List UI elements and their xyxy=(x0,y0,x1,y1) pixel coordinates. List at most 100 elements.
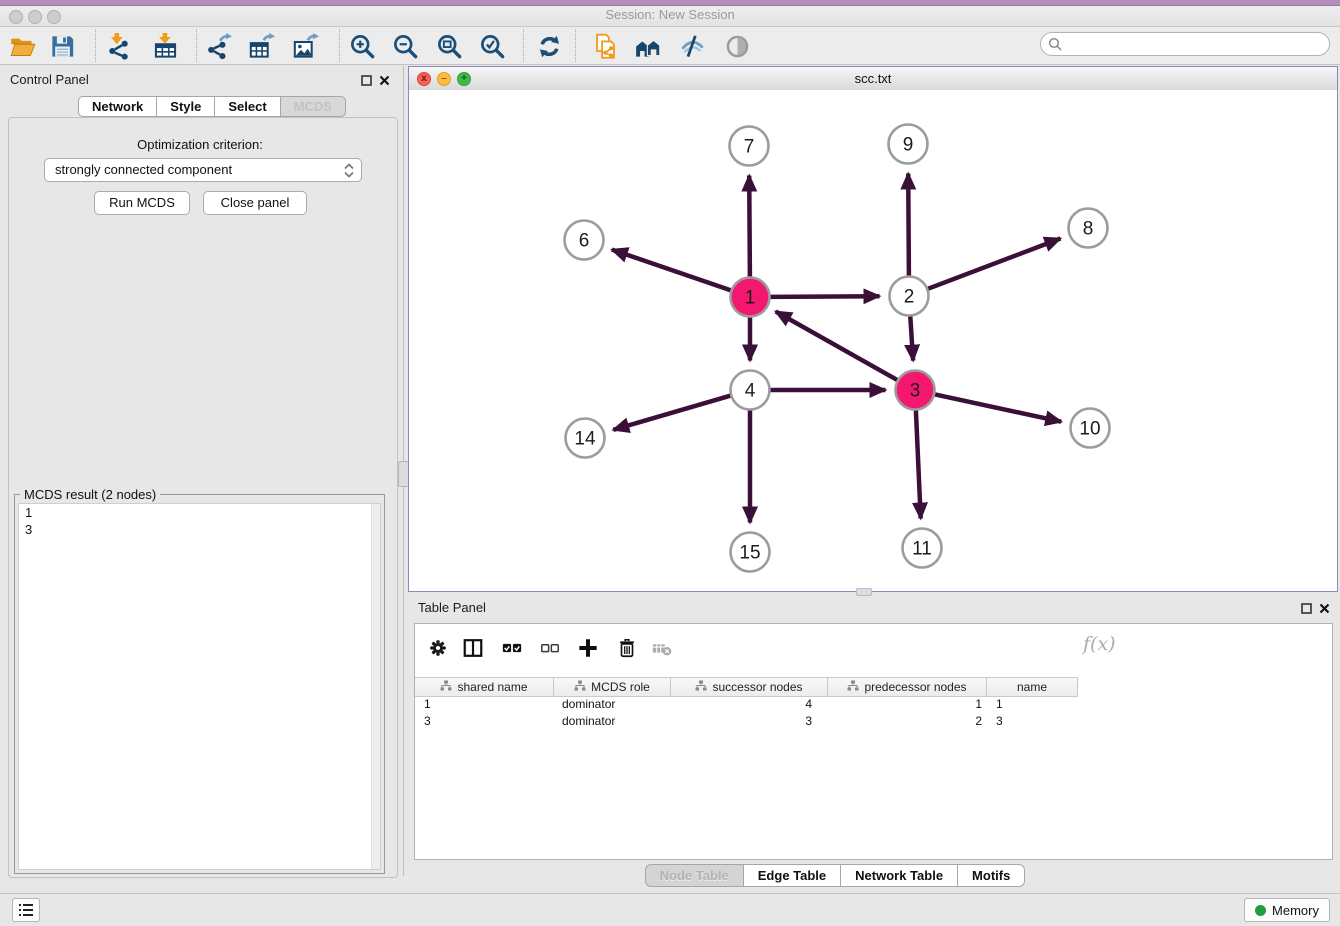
edge-4-14[interactable] xyxy=(613,396,730,430)
table-tabs-bar: Node TableEdge TableNetwork TableMotifs xyxy=(0,864,1340,887)
control-panel-close-icon[interactable] xyxy=(378,74,391,87)
import-table-icon[interactable] xyxy=(149,30,181,62)
svg-text:4: 4 xyxy=(745,381,756,402)
svg-text:11: 11 xyxy=(912,539,932,560)
new-network-from-selection-icon[interactable] xyxy=(589,30,621,62)
zoom-fit-icon[interactable] xyxy=(433,30,465,62)
node-table: f(x) shared nameMCDS rolesuccessor nodes… xyxy=(414,623,1333,860)
column-header-shared-name[interactable]: shared name xyxy=(415,678,554,696)
table-cell[interactable]: 4 xyxy=(671,696,828,713)
tab-motifs[interactable]: Motifs xyxy=(957,864,1025,887)
table-cell[interactable]: 1 xyxy=(828,696,987,713)
svg-text:9: 9 xyxy=(903,135,914,156)
tab-node-table[interactable]: Node Table xyxy=(645,864,744,887)
delete-rows-icon[interactable] xyxy=(614,635,640,661)
table-cell[interactable]: 3 xyxy=(415,713,554,730)
mcds-result-list[interactable]: 13 xyxy=(18,503,381,870)
list-icon xyxy=(18,903,34,917)
export-network-icon[interactable] xyxy=(202,30,234,62)
delete-table-icon[interactable] xyxy=(649,635,675,661)
table-panel-close-icon[interactable] xyxy=(1318,602,1331,615)
search-input[interactable] xyxy=(1065,34,1324,54)
table-cell[interactable]: dominator xyxy=(554,696,671,713)
table-cell[interactable]: dominator xyxy=(554,713,671,730)
edge-2-9[interactable] xyxy=(908,174,909,276)
node-15[interactable]: 15 xyxy=(731,533,770,572)
edge-3-1[interactable] xyxy=(776,312,897,380)
table-cell[interactable]: 1 xyxy=(987,696,1078,713)
screen-edge xyxy=(0,0,1340,6)
tab-style[interactable]: Style xyxy=(156,96,215,117)
result-scrollbar[interactable] xyxy=(371,504,380,869)
table-cell[interactable]: 2 xyxy=(828,713,987,730)
table-cell[interactable]: 3 xyxy=(987,713,1078,730)
tab-edge-table[interactable]: Edge Table xyxy=(743,864,841,887)
run-mcds-button[interactable]: Run MCDS xyxy=(94,191,190,215)
first-neighbors-icon[interactable] xyxy=(632,30,664,62)
export-table-icon[interactable] xyxy=(245,30,277,62)
function-builder-icon[interactable]: f(x) xyxy=(1083,633,1116,655)
edge-2-8[interactable] xyxy=(928,239,1060,289)
column-header-predecessor-nodes[interactable]: predecessor nodes xyxy=(828,678,987,696)
window-title: Session: New Session xyxy=(0,7,1340,22)
export-image-icon[interactable] xyxy=(289,30,321,62)
node-14[interactable]: 14 xyxy=(566,419,605,458)
add-row-icon[interactable] xyxy=(575,635,601,661)
edge-1-2[interactable] xyxy=(771,296,880,297)
table-panel-float-icon[interactable] xyxy=(1300,602,1313,615)
node-11[interactable]: 11 xyxy=(903,529,942,568)
column-header-successor-nodes[interactable]: successor nodes xyxy=(671,678,828,696)
edge-3-11[interactable] xyxy=(916,411,921,519)
tab-network-table[interactable]: Network Table xyxy=(840,864,958,887)
node-8[interactable]: 8 xyxy=(1069,209,1108,248)
table-panel-title: Table Panel xyxy=(418,600,486,615)
control-panel-float-icon[interactable] xyxy=(360,74,373,87)
close-panel-button[interactable]: Close panel xyxy=(203,191,307,215)
tab-select[interactable]: Select xyxy=(214,96,280,117)
select-all-columns-icon[interactable] xyxy=(499,635,525,661)
node-9[interactable]: 9 xyxy=(889,125,928,164)
table-header-row: shared nameMCDS rolesuccessor nodesprede… xyxy=(415,677,1078,697)
show-columns-icon[interactable] xyxy=(460,635,486,661)
node-4[interactable]: 4 xyxy=(731,371,770,410)
save-session-icon[interactable] xyxy=(46,30,78,62)
zoom-in-icon[interactable] xyxy=(346,30,378,62)
edge-1-6[interactable] xyxy=(612,250,731,291)
node-6[interactable]: 6 xyxy=(565,221,604,260)
node-2[interactable]: 2 xyxy=(890,277,929,316)
unselect-all-columns-icon[interactable] xyxy=(537,635,563,661)
node-10[interactable]: 10 xyxy=(1071,409,1110,448)
table-options-icon[interactable] xyxy=(425,635,451,661)
table-cell[interactable]: 3 xyxy=(671,713,828,730)
show-all-icon[interactable] xyxy=(721,30,753,62)
status-bar: Memory xyxy=(0,893,1340,926)
edge-2-3[interactable] xyxy=(910,317,913,361)
zoom-selected-icon[interactable] xyxy=(476,30,508,62)
zoom-out-icon[interactable] xyxy=(389,30,421,62)
column-header-mcds-role[interactable]: MCDS role xyxy=(554,678,671,696)
hide-selected-icon[interactable] xyxy=(676,30,708,62)
import-network-icon[interactable] xyxy=(102,30,134,62)
svg-text:10: 10 xyxy=(1079,419,1100,440)
column-type-icon xyxy=(440,680,452,695)
edge-1-7[interactable] xyxy=(749,176,750,277)
edge-3-10[interactable] xyxy=(935,394,1061,421)
open-session-icon[interactable] xyxy=(6,30,38,62)
node-1[interactable]: 1 xyxy=(731,278,770,317)
network-splitter-handle[interactable] xyxy=(856,588,872,596)
refresh-icon[interactable] xyxy=(533,30,565,62)
optimization-criterion-select[interactable]: strongly connected component xyxy=(44,158,362,182)
node-7[interactable]: 7 xyxy=(730,127,769,166)
network-canvas[interactable]: 7 9 6 8 1 2 4 3 14 10 15 11 xyxy=(409,90,1337,591)
memory-button[interactable]: Memory xyxy=(1244,898,1330,922)
table-cell[interactable]: 1 xyxy=(415,696,554,713)
tab-network[interactable]: Network xyxy=(78,96,157,117)
svg-text:7: 7 xyxy=(744,137,755,158)
network-window-titlebar[interactable]: x – + scc.txt xyxy=(409,67,1337,91)
task-history-button[interactable] xyxy=(12,898,40,922)
table-body: 1dominator4113dominator323 xyxy=(415,696,1332,730)
svg-text:2: 2 xyxy=(904,287,915,308)
node-3[interactable]: 3 xyxy=(896,371,935,410)
column-header-name[interactable]: name xyxy=(987,678,1078,696)
tab-mcds[interactable]: MCDS xyxy=(280,96,346,117)
